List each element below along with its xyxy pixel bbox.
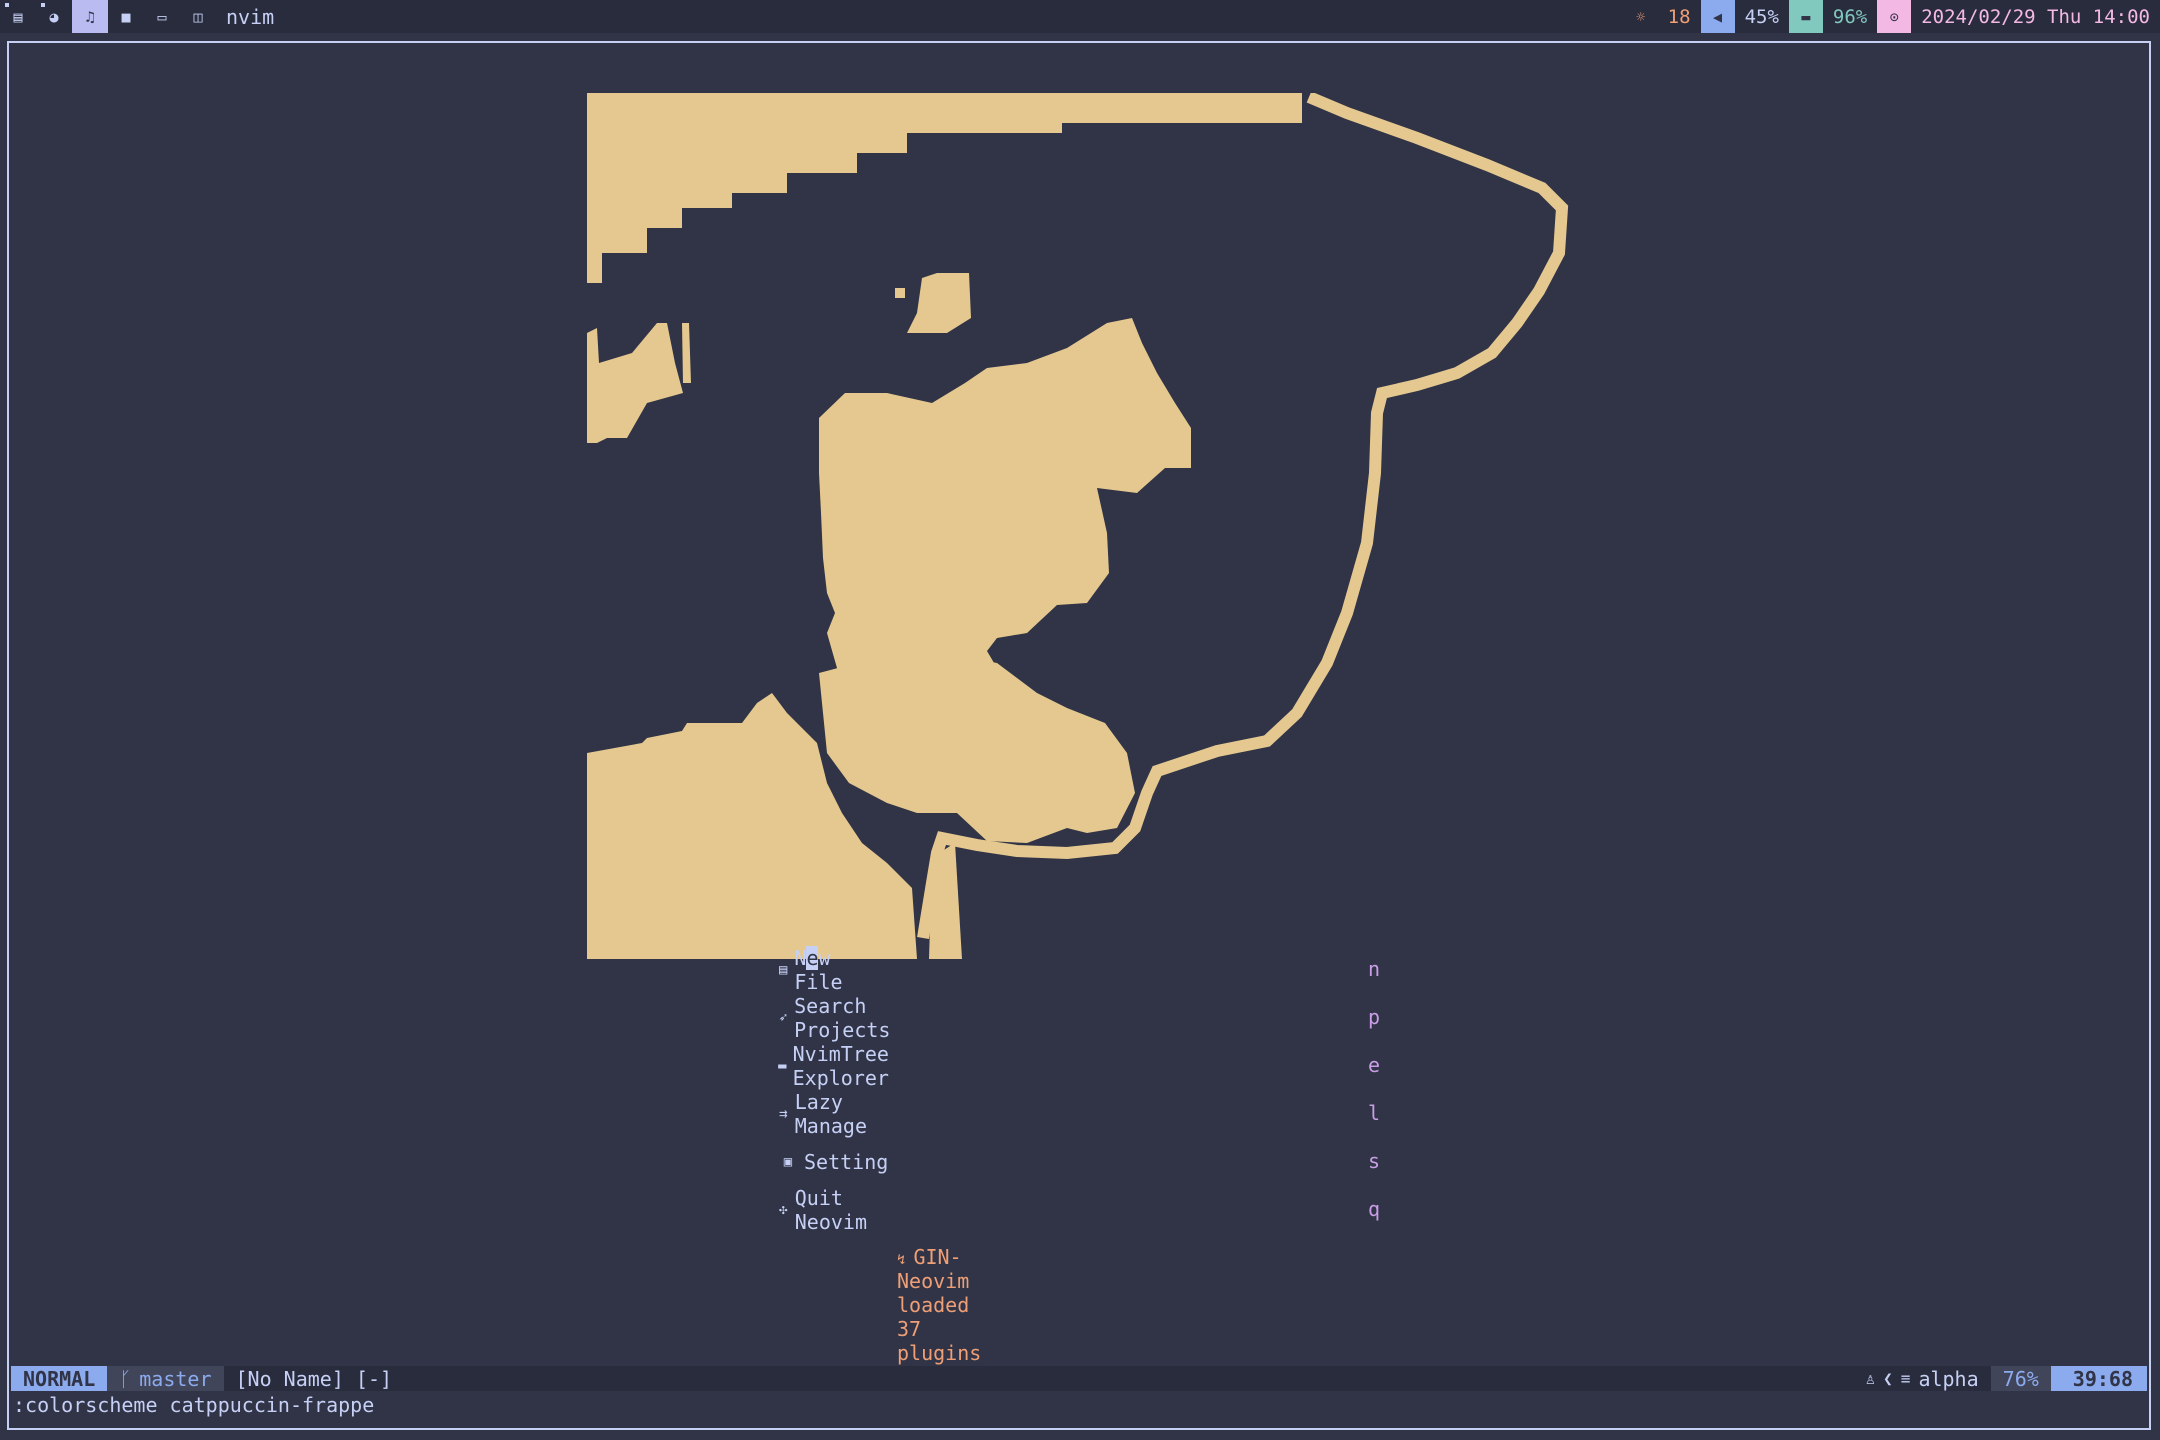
file-name: [No Name] [-] <box>235 1366 393 1391</box>
quit-icon: ✣ <box>779 1202 788 1218</box>
workspace-video-icon[interactable]: ■ <box>108 0 144 33</box>
brightness-value: 18 <box>1667 5 1691 28</box>
text-cursor: e <box>806 946 819 970</box>
shortcut-key-e: e <box>1368 1053 1381 1077</box>
art-jaw <box>819 653 1135 843</box>
menu-nvimtree-explorer[interactable]: ▬ NvimTree Explorer <box>776 1042 900 1090</box>
scroll-progress: 76% <box>1990 1366 2051 1391</box>
plugins-loaded-text: GIN-Neovim loaded 37 plugins <box>897 1245 982 1365</box>
shortcut-key-n: n <box>1368 957 1381 981</box>
branch-name: master <box>139 1366 212 1391</box>
shortcut-key-l: l <box>1368 1101 1381 1125</box>
speaker-icon: ◀ <box>1700 0 1735 33</box>
art-face <box>819 318 1191 703</box>
volume-value: 45% <box>1744 5 1779 28</box>
brightness-module[interactable]: ☼ 18 <box>1624 0 1701 33</box>
file-type: alpha <box>1918 1366 1979 1391</box>
battery-value: 96% <box>1832 5 1868 28</box>
workspace-window-icon[interactable]: ◫ <box>180 0 216 33</box>
menu-new-file[interactable]: ▤ New File <box>776 946 852 994</box>
art-eye <box>907 273 971 333</box>
window-title: nvim <box>226 4 275 29</box>
battery-module[interactable]: ▬ 96% <box>1788 0 1877 33</box>
menu-search-projects[interactable]: ➶ Search Projects <box>776 994 900 1042</box>
clock-module[interactable]: ⊙ 2024/02/29 Thu 14:00 <box>1877 0 2160 33</box>
workspace-switcher: ▤ ◕ ♫ ■ ▭ ◫ <box>0 0 216 33</box>
ascii-art-header <box>587 93 1569 959</box>
status-line-right: ♙ ❮ ≡ alpha 76% 39:68 <box>1862 1366 2147 1391</box>
art-left-fragment <box>587 323 683 443</box>
workspace-indicator <box>5 3 9 7</box>
battery-icon: ▬ <box>1788 0 1823 33</box>
workspace-music-icon[interactable]: ♫ <box>72 0 108 33</box>
menu-label: Search Projects <box>794 994 891 1042</box>
shortcut-key-s: s <box>1368 1149 1381 1173</box>
terminal-window[interactable]: ▤ New File ➶ Search Projects ▬ NvimTree … <box>7 41 2151 1430</box>
menu-lazy-manage[interactable]: ⇉ Lazy Manage <box>776 1090 876 1138</box>
plugin-icon: ⇉ <box>779 1106 788 1122</box>
lightning-icon: ↯ <box>897 1252 906 1268</box>
cursor-position: 39:68 <box>2050 1366 2147 1391</box>
top-bar: ▤ ◕ ♫ ■ ▭ ◫ nvim ☼ 18 ◀ 45% ▬ 96% ⊙ 2024… <box>0 0 2160 33</box>
workspace-indicator <box>41 3 45 7</box>
datetime: 2024/02/29 Thu 14:00 <box>1921 5 2150 28</box>
file-icon: ▤ <box>778 962 788 978</box>
brightness-icon: ☼ <box>1636 7 1646 26</box>
linux-icon: ♙ <box>1865 1369 1876 1388</box>
menu-setting[interactable]: ▣ Setting <box>776 1147 889 1177</box>
settings-icon: ▣ <box>783 1154 793 1170</box>
mode-indicator: NORMAL <box>11 1366 108 1391</box>
art-eye-dot <box>895 288 905 298</box>
dashboard-footer: ↯ GIN-Neovim loaded 37 plugins <box>897 1245 981 1365</box>
shortcut-key-q: q <box>1368 1197 1381 1221</box>
chevron-left-icon: ❮ <box>1883 1369 1893 1388</box>
git-branch-icon: ᚴ <box>119 1366 132 1391</box>
volume-module[interactable]: ◀ 45% <box>1700 0 1789 33</box>
shortcut-key-p: p <box>1368 1005 1381 1029</box>
menu-label: New File <box>794 946 852 994</box>
lines-icon: ≡ <box>1900 1369 1911 1388</box>
git-branch: ᚴ master <box>107 1366 224 1391</box>
workspace-firefox-icon[interactable]: ◕ <box>36 0 72 33</box>
workspace-laptop-icon[interactable]: ▭ <box>144 0 180 33</box>
art-left-fragment <box>682 323 691 383</box>
workspace-terminal-icon[interactable]: ▤ <box>0 0 36 33</box>
status-modules: ☼ 18 ◀ 45% ▬ 96% ⊙ 2024/02/29 Thu 14:00 <box>1624 0 2160 33</box>
menu-label: Setting <box>804 1150 889 1174</box>
folder-icon: ▬ <box>778 1058 787 1074</box>
menu-label: NvimTree Explorer <box>792 1042 889 1090</box>
menu-label: Lazy Manage <box>794 1090 868 1138</box>
rocket-icon: ➶ <box>778 1010 788 1026</box>
menu-label: Quit Neovim <box>794 1186 868 1234</box>
art-shapes <box>587 93 1569 959</box>
menu-quit-neovim[interactable]: ✣ Quit Neovim <box>776 1186 876 1234</box>
menu-label-first: N <box>794 946 807 970</box>
clock-icon: ⊙ <box>1877 0 1912 33</box>
command-line[interactable]: :colorscheme catppuccin-frappe <box>13 1393 374 1417</box>
art-hat-brim <box>587 93 1302 283</box>
status-line: NORMAL ᚴ master [No Name] [-] ♙ ❮ ≡ alpha… <box>11 1366 2147 1391</box>
